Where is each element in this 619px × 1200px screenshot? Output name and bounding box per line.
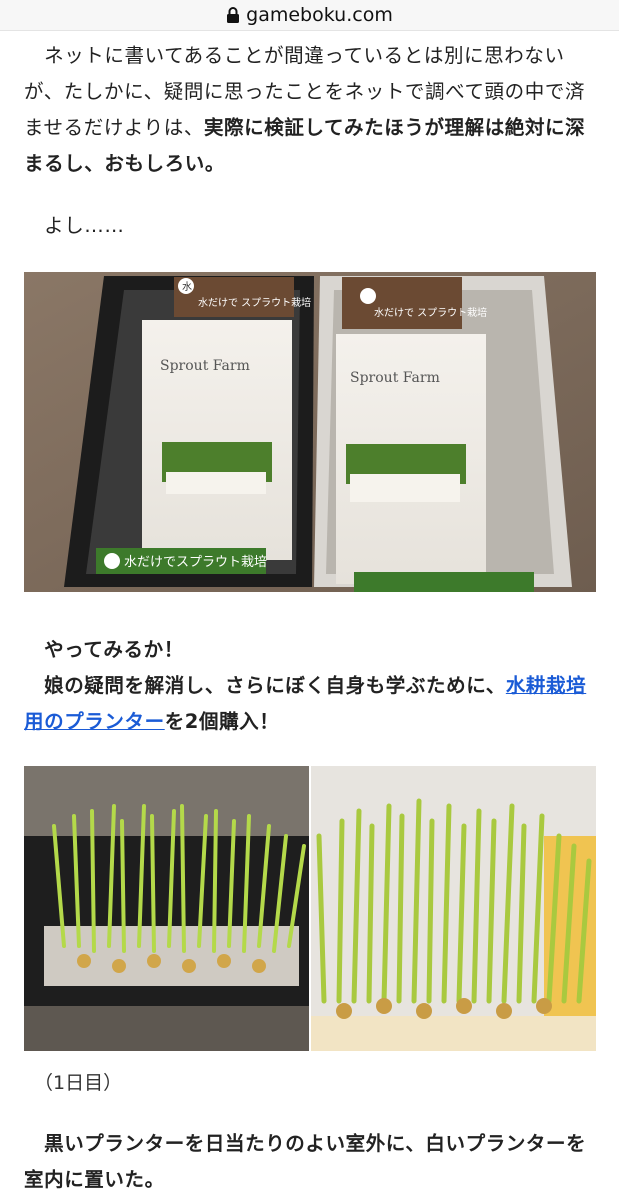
paragraph-3-line-2-tail: を2個購入！ bbox=[164, 710, 280, 733]
paragraph-3-line-1: やってみるか！ bbox=[24, 638, 184, 661]
planters-photo: 水 水だけで スプラウト栽培 Sprout Farm 水だけでスプラウト栽培 水… bbox=[24, 272, 596, 592]
article-paragraph-2: よし…… bbox=[24, 214, 125, 237]
photo-caption: （1日目） bbox=[34, 1072, 123, 1094]
paragraph-3-line-2-lead: 娘の疑問を解消し、さらにぼく自身も学ぶために、 bbox=[24, 674, 506, 697]
sprouts-photo bbox=[24, 766, 596, 1051]
package-right-product-name: Sprout Farm bbox=[350, 370, 440, 386]
package-left-band: 水だけでスプラウト栽培 bbox=[124, 554, 267, 570]
url-text: gameboku.com bbox=[246, 4, 393, 26]
svg-text:水: 水 bbox=[182, 281, 192, 293]
paragraph-3-line-2: 娘の疑問を解消し、さらにぼく自身も学ぶために、水耕栽培用のプランターを2個購入！ bbox=[24, 668, 596, 740]
browser-url-bar[interactable]: gameboku.com bbox=[0, 0, 619, 31]
article-paragraph-1: ネットに書いてあることが間違っているとは別に思わないが、たしかに、疑問に思ったこ… bbox=[24, 38, 596, 182]
package-left-label: 水だけで スプラウト栽培 bbox=[198, 296, 311, 309]
article-paragraph-4: 黒いプランターを日当たりのよい室外に、白いプランターを室内に置いた。 bbox=[24, 1132, 587, 1191]
lock-icon bbox=[227, 7, 240, 23]
package-left-product-name: Sprout Farm bbox=[160, 358, 250, 374]
article-paragraph-3: やってみるか！ 娘の疑問を解消し、さらにぼく自身も学ぶために、水耕栽培用のプラン… bbox=[24, 632, 596, 740]
package-right-label: 水だけで スプラウト栽培 bbox=[374, 306, 487, 319]
